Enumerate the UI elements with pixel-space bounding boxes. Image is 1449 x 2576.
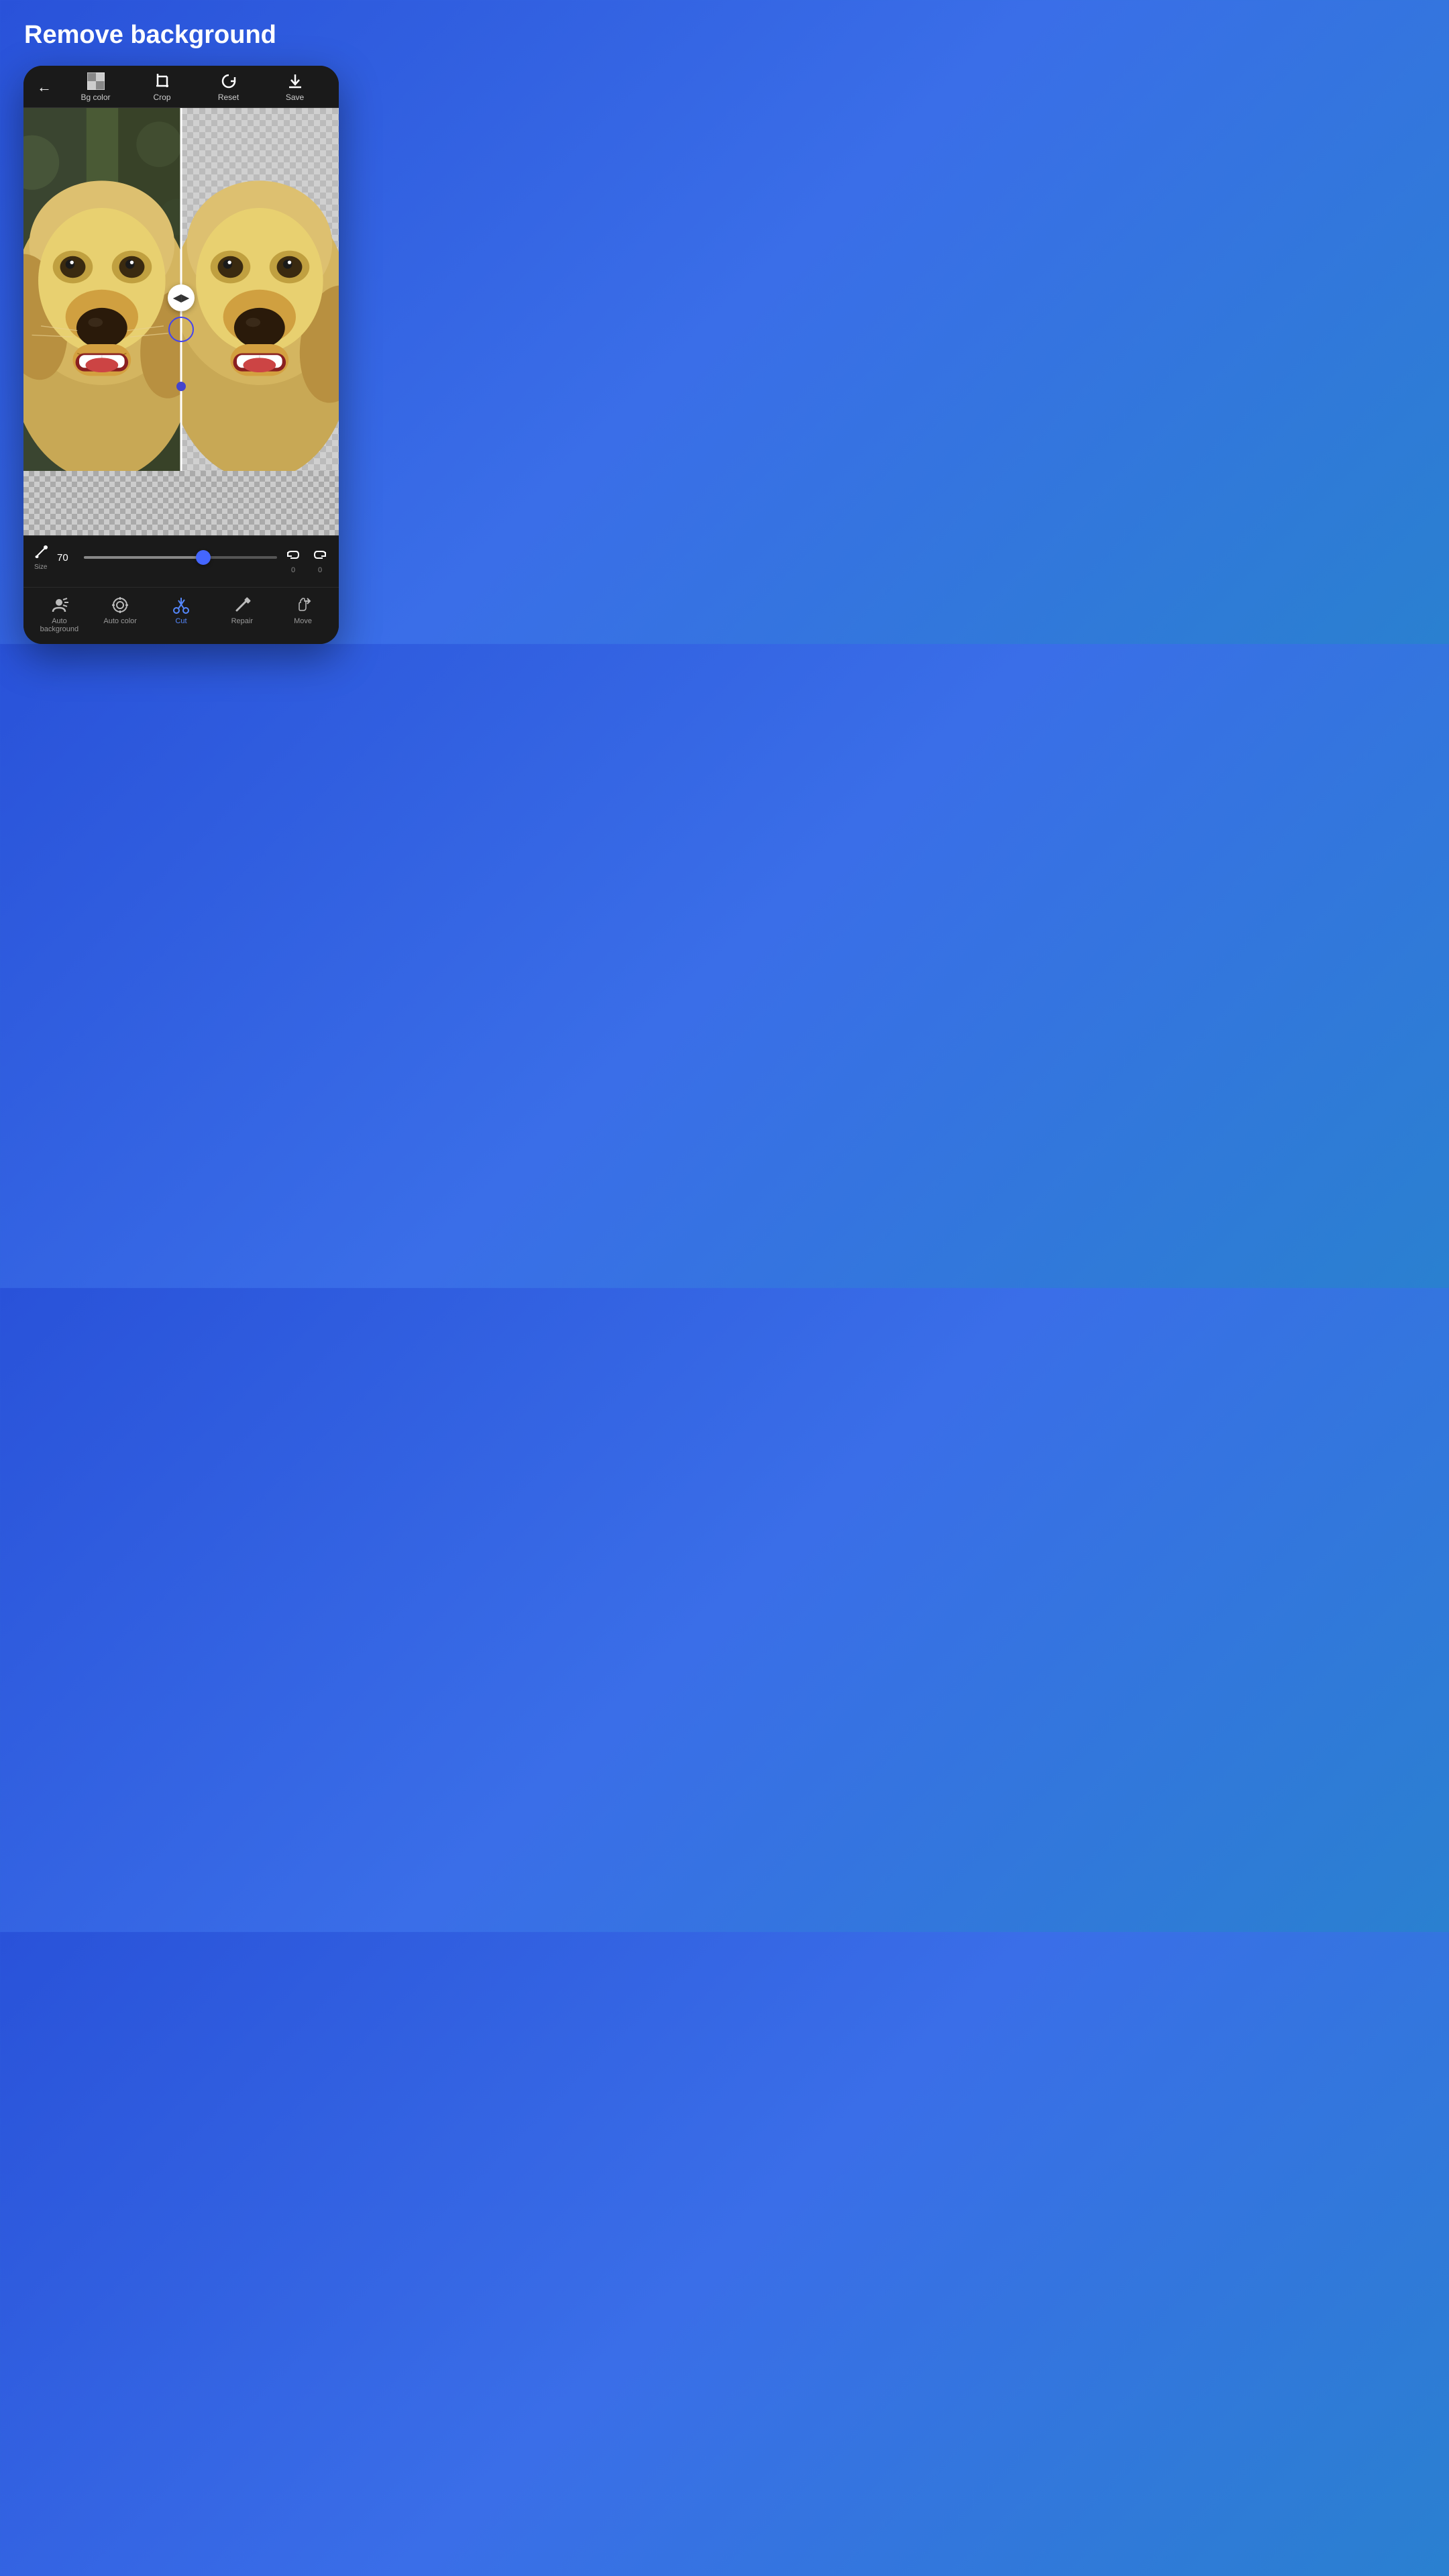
nav-item-auto-color[interactable]: Auto color bbox=[90, 593, 151, 628]
toolbar-label-crop: Crop bbox=[153, 93, 170, 102]
size-row: Size 70 bbox=[34, 544, 277, 571]
reset-icon bbox=[220, 72, 237, 90]
toolbar-item-crop[interactable]: Crop bbox=[129, 72, 195, 102]
nav-label-cut: Cut bbox=[175, 617, 186, 625]
toolbar-label-save: Save bbox=[286, 93, 304, 102]
repair-icon bbox=[233, 596, 252, 614]
brush-icon: Size bbox=[34, 544, 49, 571]
bg-color-icon bbox=[87, 72, 105, 90]
nav-label-repair: Repair bbox=[231, 617, 253, 625]
redo-count: 0 bbox=[318, 566, 322, 574]
toolbar-item-reset[interactable]: Reset bbox=[195, 72, 262, 102]
phone-mockup: ← Bg color Crop bbox=[23, 66, 339, 644]
auto-color-icon bbox=[111, 596, 129, 614]
move-icon bbox=[294, 596, 313, 614]
auto-background-icon bbox=[50, 596, 68, 614]
nav-label-auto-background: Autobackground bbox=[40, 617, 79, 633]
nav-label-auto-color: Auto color bbox=[103, 617, 137, 625]
original-image bbox=[23, 108, 181, 472]
slider-fill bbox=[84, 556, 200, 559]
nav-item-auto-background[interactable]: Autobackground bbox=[29, 593, 90, 636]
toolbar-item-bg-color[interactable]: Bg color bbox=[62, 72, 129, 102]
size-label: Size bbox=[34, 564, 49, 571]
position-dot bbox=[176, 382, 186, 391]
nav-item-move[interactable]: Move bbox=[272, 593, 333, 628]
nav-item-cut[interactable]: Cut bbox=[151, 593, 212, 628]
page-title: Remove background bbox=[0, 0, 362, 66]
divider-handle[interactable]: ◀▶ bbox=[168, 284, 195, 342]
size-slider[interactable] bbox=[84, 551, 277, 564]
control-panel: Size 70 0 bbox=[23, 535, 339, 587]
slider-thumb[interactable] bbox=[196, 550, 211, 565]
redo-icon bbox=[312, 549, 328, 565]
back-button[interactable]: ← bbox=[34, 76, 54, 99]
toolbar-item-save[interactable]: Save bbox=[262, 72, 328, 102]
image-area[interactable]: ◀▶ bbox=[23, 108, 339, 535]
undo-redo-group: 0 0 bbox=[285, 549, 328, 574]
crop-icon bbox=[154, 72, 171, 90]
cut-icon bbox=[172, 596, 191, 614]
toolbar-label-reset: Reset bbox=[218, 93, 239, 102]
bottom-nav: Autobackground Auto color Cut bbox=[23, 587, 339, 644]
redo-button[interactable]: 0 bbox=[312, 549, 328, 574]
save-icon bbox=[286, 72, 304, 90]
nav-label-move: Move bbox=[294, 617, 312, 625]
top-toolbar: ← Bg color Crop bbox=[23, 66, 339, 108]
toolbar-label-bg-color: Bg color bbox=[80, 93, 110, 102]
processed-image bbox=[181, 108, 339, 472]
nav-item-repair[interactable]: Repair bbox=[211, 593, 272, 628]
arrow-circle: ◀▶ bbox=[168, 284, 195, 311]
slider-track bbox=[84, 556, 277, 559]
undo-count: 0 bbox=[291, 566, 295, 574]
undo-button[interactable]: 0 bbox=[285, 549, 301, 574]
bottom-checker bbox=[23, 471, 339, 535]
size-value: 70 bbox=[57, 552, 76, 564]
brush-circle bbox=[168, 317, 194, 342]
undo-icon bbox=[285, 549, 301, 565]
